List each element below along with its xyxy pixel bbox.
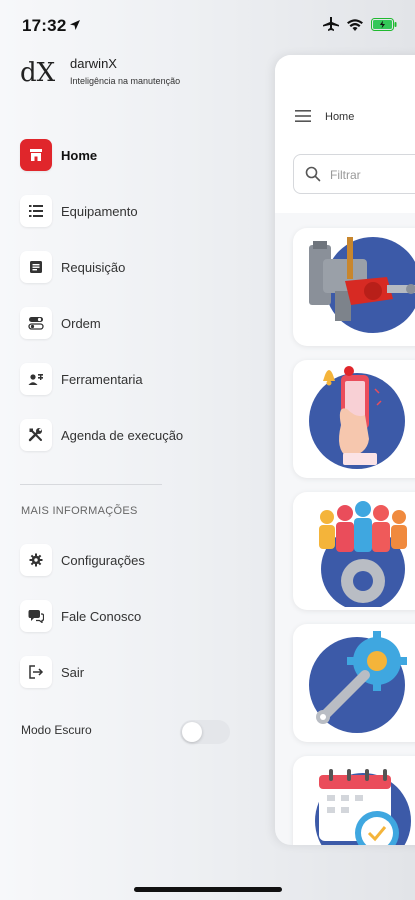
brand-tagline: Inteligência na manutenção <box>70 76 181 86</box>
menu-item-label: Ordem <box>61 315 101 331</box>
main-panel[interactable]: Home <box>275 55 415 845</box>
home-icon <box>20 139 52 171</box>
calendar-clock-illustration <box>315 769 411 845</box>
tools-icon <box>20 419 52 451</box>
team-gear-illustration <box>319 501 407 607</box>
section-title-more-info: MAIS INFORMAÇÕES <box>21 505 138 517</box>
menu-item-requisicao[interactable]: Requisição <box>20 250 240 284</box>
main-header: Home <box>275 55 415 213</box>
menu-item-label: Fale Conosco <box>61 608 142 624</box>
card-engine[interactable] <box>293 228 415 346</box>
menu-item-ordem[interactable]: Ordem <box>20 306 240 340</box>
menu-item-label: Equipamento <box>61 203 138 219</box>
menu-item-label: Requisição <box>61 259 126 275</box>
side-drawer: dX darwinX Inteligência na manutenção Ho… <box>0 0 262 900</box>
airplane-icon <box>323 17 339 36</box>
list-icon <box>20 195 52 227</box>
menu-item-agenda-execucao[interactable]: Agenda de execução <box>20 418 240 452</box>
dark-mode-label: Modo Escuro <box>21 723 92 737</box>
menu-item-label: Home <box>61 147 98 163</box>
menu-item-configuracoes[interactable]: Configurações <box>20 543 240 577</box>
card-wrench-gear[interactable] <box>293 624 415 742</box>
status-icons <box>323 17 397 36</box>
user-tools-icon <box>20 363 52 395</box>
menu-item-sair[interactable]: Sair <box>20 655 240 689</box>
search-icon <box>305 166 321 187</box>
menu-item-label: Agenda de execução <box>61 427 184 443</box>
search-box[interactable] <box>293 154 415 194</box>
card-team-gear[interactable] <box>293 492 415 610</box>
wifi-icon <box>347 18 363 36</box>
card-phone-alert[interactable] <box>293 360 415 478</box>
logout-icon <box>20 656 52 688</box>
drawer-divider <box>20 484 162 485</box>
toggle-knob <box>182 722 202 742</box>
chat-icon <box>20 600 52 632</box>
menu-item-label: Ferramentaria <box>61 371 143 387</box>
wrench-gear-illustration <box>309 631 407 733</box>
home-indicator <box>134 887 282 892</box>
breadcrumb: Home <box>325 111 355 123</box>
menu-item-ferramentaria[interactable]: Ferramentaria <box>20 362 240 396</box>
engine-illustration <box>309 237 415 333</box>
brand-name: darwinX <box>70 56 117 71</box>
menu-item-label: Sair <box>61 664 85 680</box>
dark-mode-toggle[interactable] <box>180 720 230 744</box>
gear-icon <box>20 544 52 576</box>
battery-icon <box>371 17 397 36</box>
menu-item-equipamento[interactable]: Equipamento <box>20 194 240 228</box>
brand-logo: dX <box>20 58 56 88</box>
search-input[interactable] <box>330 165 415 185</box>
phone-alert-illustration <box>309 366 405 469</box>
menu-item-fale-conosco[interactable]: Fale Conosco <box>20 599 240 633</box>
menu-item-home[interactable]: Home <box>20 138 240 172</box>
toggle-list-icon <box>20 307 52 339</box>
document-icon <box>20 251 52 283</box>
menu-item-label: Configurações <box>61 552 145 568</box>
card-calendar-clock[interactable] <box>293 756 415 845</box>
hamburger-menu-icon[interactable] <box>295 109 311 128</box>
